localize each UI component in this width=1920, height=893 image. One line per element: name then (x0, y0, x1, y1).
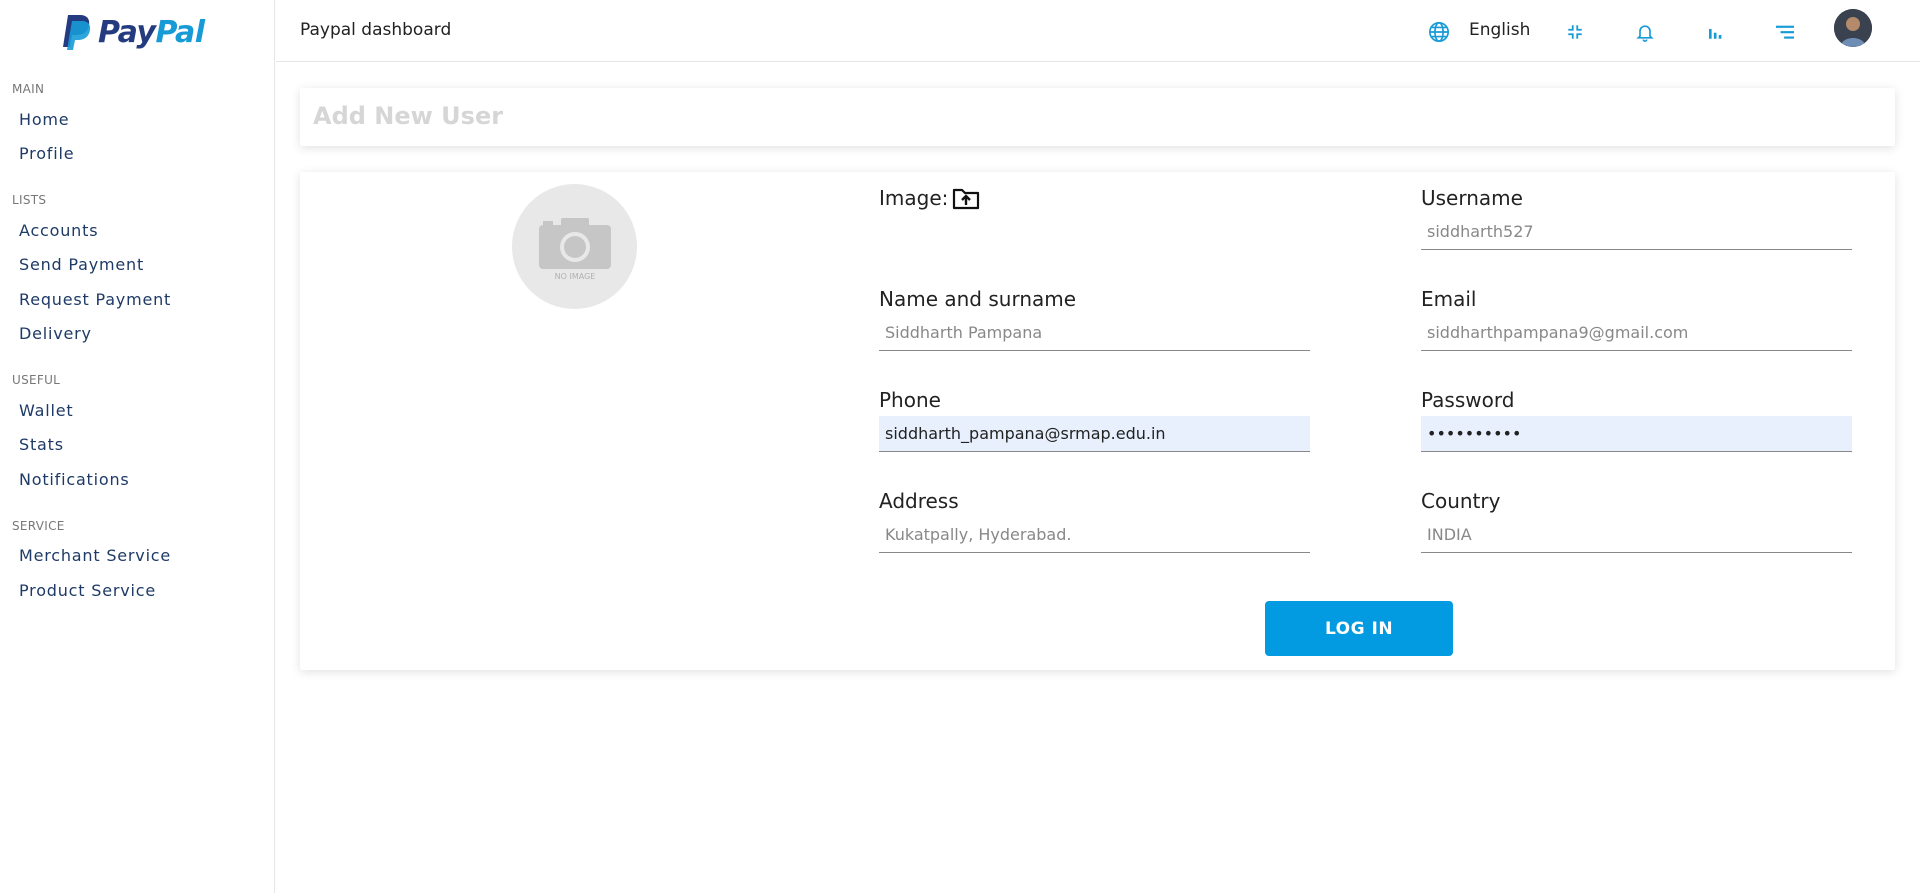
phone-field: Phone (879, 388, 1310, 452)
menu-icon[interactable] (1773, 20, 1797, 44)
nav-section-useful: USEFUL (12, 373, 61, 387)
email-label: Email (1421, 287, 1477, 311)
sidebar-item-home[interactable]: Home (19, 110, 69, 129)
image-label: Image: (879, 186, 949, 210)
avatar[interactable] (1834, 9, 1872, 47)
topbar: Paypal dashboard English (276, 0, 1920, 62)
paypal-mark-icon (63, 15, 91, 50)
country-input[interactable] (1421, 517, 1852, 553)
country-field: Country (1421, 489, 1852, 553)
user-photo-placeholder: NO IMAGE (512, 184, 637, 309)
app-root: PayPal MAIN Home Profile LISTS Accounts … (0, 0, 1920, 893)
language-selector[interactable]: English (1469, 20, 1530, 40)
username-label: Username (1421, 186, 1523, 210)
address-field: Address (879, 489, 1310, 553)
chart-icon[interactable] (1703, 20, 1727, 44)
name-input[interactable] (879, 315, 1310, 351)
password-label: Password (1421, 388, 1515, 412)
address-label: Address (879, 489, 959, 513)
paypal-logo[interactable]: PayPal (60, 13, 205, 51)
camera-icon: NO IMAGE (538, 217, 611, 281)
email-field: Email (1421, 287, 1852, 351)
sidebar-item-stats[interactable]: Stats (19, 435, 64, 454)
sidebar-item-wallet[interactable]: Wallet (19, 401, 73, 420)
country-label: Country (1421, 489, 1501, 513)
sidebar: PayPal MAIN Home Profile LISTS Accounts … (0, 0, 275, 893)
bell-icon[interactable] (1633, 20, 1657, 44)
sidebar-item-product-service[interactable]: Product Service (19, 581, 156, 600)
fullscreen-exit-icon[interactable] (1563, 20, 1587, 44)
login-button[interactable]: LOG IN (1265, 601, 1453, 656)
sidebar-item-delivery[interactable]: Delivery (19, 324, 92, 343)
password-field: Password (1421, 388, 1852, 452)
page-heading: Add New User (313, 102, 504, 130)
page-title: Paypal dashboard (300, 20, 452, 40)
address-input[interactable] (879, 517, 1310, 553)
sidebar-item-request-payment[interactable]: Request Payment (19, 290, 171, 309)
email-input[interactable] (1421, 315, 1852, 351)
username-field: Username (1421, 186, 1852, 250)
name-field: Name and surname (879, 287, 1310, 351)
username-input[interactable] (1421, 214, 1852, 250)
nav-section-service: SERVICE (12, 519, 65, 533)
sidebar-item-send-payment[interactable]: Send Payment (19, 255, 144, 274)
nav-section-lists: LISTS (12, 193, 47, 207)
paypal-wordmark: PayPal (98, 14, 205, 50)
sidebar-item-accounts[interactable]: Accounts (19, 221, 98, 240)
name-label: Name and surname (879, 287, 1077, 311)
folder-upload-icon[interactable] (952, 186, 980, 210)
sidebar-item-notifications[interactable]: Notifications (19, 470, 130, 489)
sidebar-item-merchant-service[interactable]: Merchant Service (19, 546, 171, 565)
phone-label: Phone (879, 388, 941, 412)
phone-input[interactable] (879, 416, 1310, 452)
password-input[interactable] (1421, 416, 1852, 452)
nav-section-main: MAIN (12, 82, 45, 96)
page-heading-card: Add New User (300, 88, 1895, 146)
sidebar-item-profile[interactable]: Profile (19, 144, 74, 163)
no-image-text: NO IMAGE (554, 272, 595, 281)
globe-icon[interactable] (1427, 20, 1451, 44)
new-user-form: NO IMAGE Image: Username Name and surnam… (300, 172, 1895, 670)
